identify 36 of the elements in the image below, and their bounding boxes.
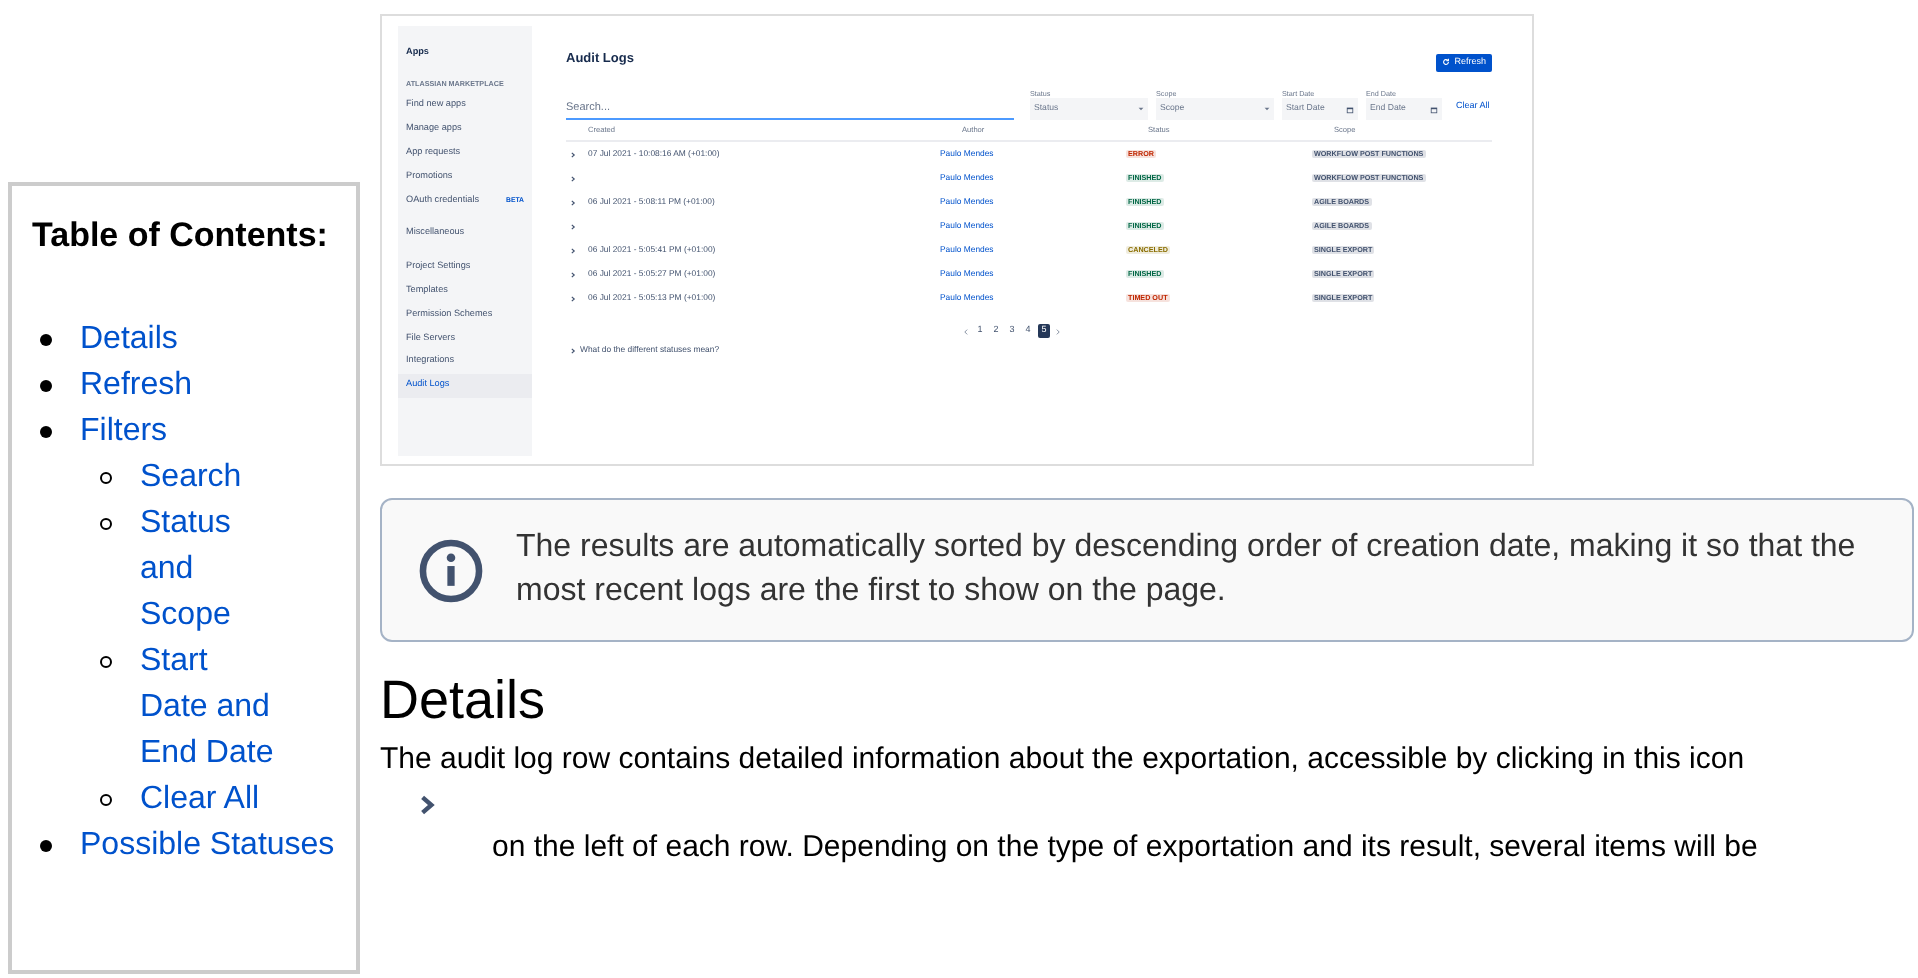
calendar-icon xyxy=(1346,105,1354,113)
details-heading: Details xyxy=(380,670,548,730)
toc-link[interactable]: Start Date and End Date xyxy=(140,638,280,776)
toc-link[interactable]: Details xyxy=(80,316,178,362)
toc-link[interactable]: Refresh xyxy=(80,362,193,408)
chevron-right-icon[interactable] xyxy=(570,223,576,229)
calendar-icon xyxy=(1430,105,1438,113)
dropdown-caret-icon xyxy=(1138,106,1144,112)
bullet-icon xyxy=(40,380,52,392)
chevron-right-icon[interactable] xyxy=(570,151,576,157)
details-paragraph: The audit log row contains detailed information about the exportation, accessible by clicking in this icon xyxy=(380,742,1747,778)
chevron-right-icon[interactable] xyxy=(570,199,576,205)
circle-bullet-icon xyxy=(100,794,112,806)
chevron-right-icon[interactable] xyxy=(570,347,576,354)
info-icon xyxy=(418,537,484,603)
dropdown-caret-icon xyxy=(1264,106,1270,112)
chevron-right-icon[interactable] xyxy=(570,295,576,301)
toc-heading: Table of Contents: xyxy=(32,216,330,256)
toc-link[interactable]: Filters xyxy=(80,408,168,454)
toc-link[interactable]: Possible Statuses xyxy=(80,822,335,868)
toc-link[interactable]: Clear All xyxy=(140,776,280,822)
chevron-right-icon[interactable] xyxy=(570,247,576,253)
circle-bullet-icon xyxy=(100,472,112,484)
chevron-right-icon[interactable] xyxy=(570,271,576,277)
info-text: The results are automatically sorted by descending order of creation date, making it so that the most recent logs are the first to show on the page. xyxy=(516,528,1858,612)
details-paragraph: on the left of each row. Depending on the type of exportation and its result, several items will be xyxy=(492,830,1760,866)
refresh-icon xyxy=(1442,58,1451,66)
bullet-icon xyxy=(40,840,52,852)
bullet-icon xyxy=(40,334,52,346)
circle-bullet-icon xyxy=(100,518,112,530)
toc-link[interactable]: Search xyxy=(140,454,280,500)
chevron-right-icon[interactable] xyxy=(416,794,438,816)
bullet-icon xyxy=(40,426,52,438)
circle-bullet-icon xyxy=(100,656,112,668)
toc-link[interactable]: Status and Scope xyxy=(140,500,280,638)
chevron-right-icon[interactable] xyxy=(570,175,576,181)
